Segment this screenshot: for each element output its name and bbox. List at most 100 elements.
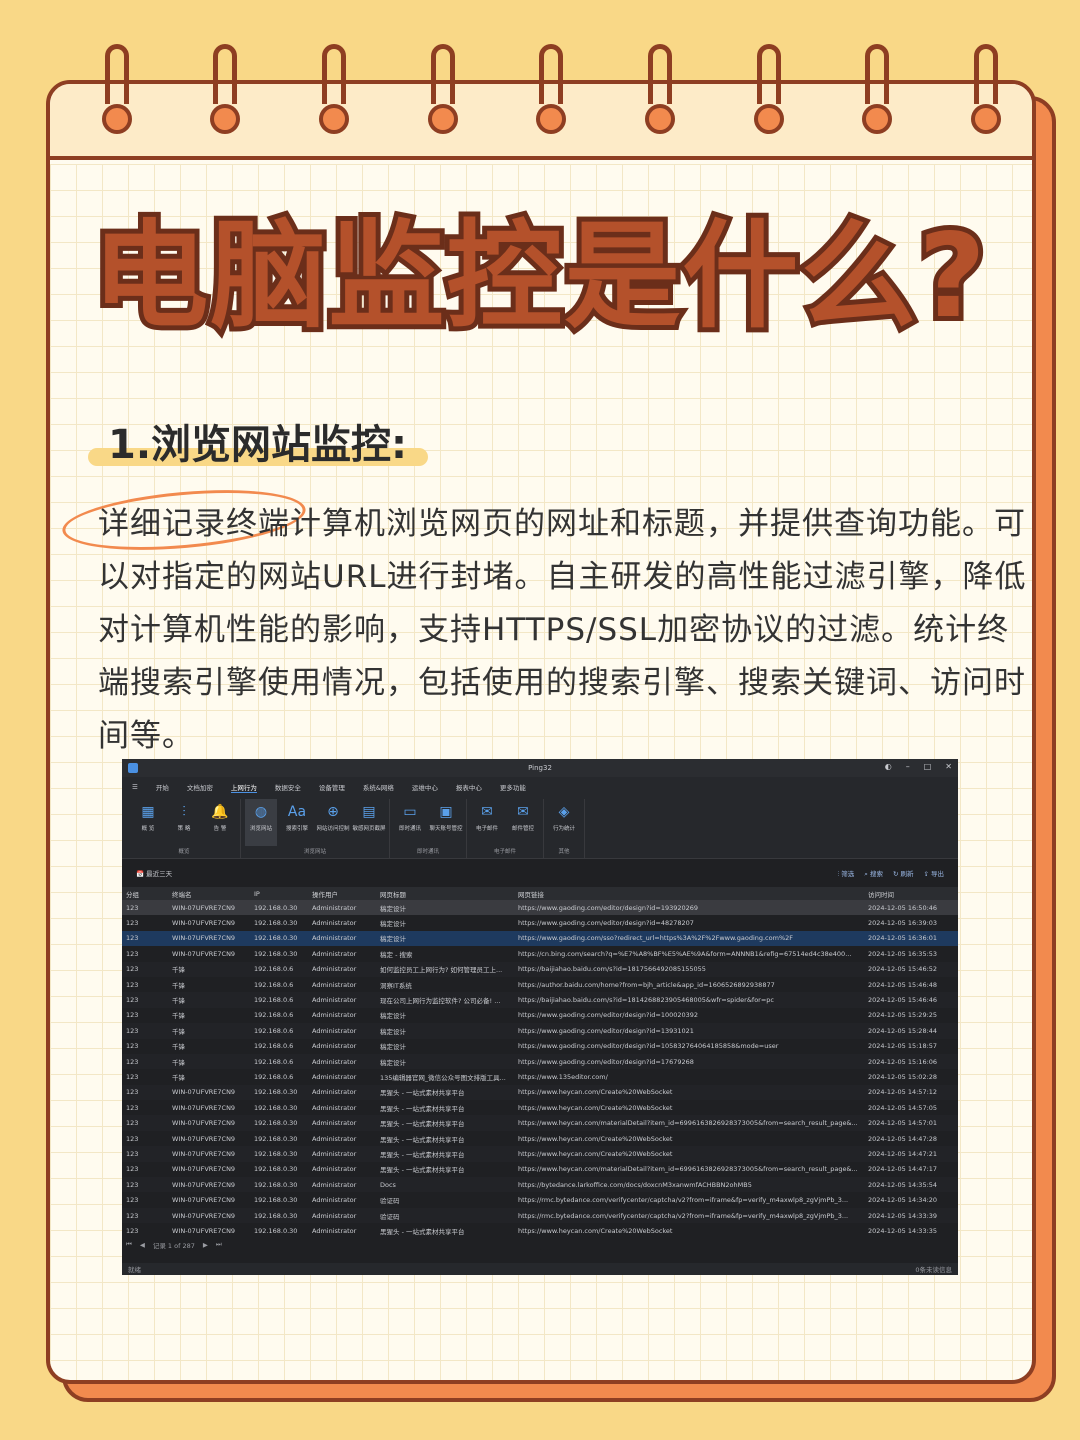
status-bar: 就绪 0条未读信息 (122, 1263, 958, 1275)
ribbon-button-label: 邮件管控 (511, 826, 534, 832)
table-row[interactable]: 123 WIN-07UFVRE7CN9 192.168.0.30 Administra… (122, 930, 958, 947)
table-row[interactable]: 123 千锋 192.168.0.6 Administrator 洞察IT系统 https… (122, 977, 958, 992)
ribbon-button[interactable]: ▦ 概 览 (132, 799, 164, 846)
table-row[interactable]: 123 千锋 192.168.0.6 Administrator 稿定设计 https:/… (122, 1053, 958, 1070)
action-search-button[interactable]: ⌕ 搜索 (864, 868, 883, 879)
table-cell: https://www.gaoding.com/editor/design?id… (518, 903, 699, 912)
table-row[interactable]: 123 千锋 192.168.0.6 Administrator 现在公司上网行为监控软… (122, 992, 958, 1008)
table-cell: 192.168.0.6 (254, 1011, 294, 1020)
font-icon: Aa (287, 804, 307, 820)
ring-hook (974, 44, 998, 104)
ring-hole (971, 104, 1001, 134)
ribbon-button[interactable]: ▣ 聊天账号管控 (430, 799, 463, 846)
table-row[interactable]: 123 WIN-07UFVRE7CN9 192.168.0.30 Administra… (122, 946, 958, 961)
table-row[interactable]: 123 WIN-07UFVRE7CN9 192.168.0.30 Administra… (122, 1207, 958, 1224)
ribbon-button[interactable]: ◈ 行为统计 (548, 799, 580, 846)
column-header[interactable]: 分组 (122, 889, 172, 899)
column-header[interactable]: IP (254, 890, 312, 898)
table-cell: Administrator (312, 1196, 357, 1205)
action-filter-button[interactable]: ⫶ 筛选 (838, 868, 855, 879)
table-cell: 稿定设计 (380, 1027, 406, 1036)
table-row[interactable]: 123 WIN-07UFVRE7CN9 192.168.0.30 Administra… (122, 915, 958, 930)
first-page-icon[interactable]: ⏮ (126, 1240, 132, 1249)
column-header[interactable]: 网页标题 (380, 889, 518, 899)
ribbon-button[interactable]: 🔔 告 警 (204, 799, 236, 846)
column-header[interactable]: 操作用户 (312, 889, 380, 899)
menu-item[interactable]: 数据安全 (275, 782, 301, 792)
action-label: 刷新 (900, 869, 914, 878)
table-row[interactable]: 123 WIN-07UFVRE7CN9 192.168.0.30 Administra… (122, 1100, 958, 1115)
table-cell: 千锋 (172, 1073, 185, 1082)
minimize-icon[interactable]: – (906, 762, 910, 771)
menu-item[interactable]: 设备管理 (319, 782, 345, 792)
column-header[interactable]: 终端名 (172, 889, 254, 899)
export-icon: ⇪ (923, 869, 929, 878)
ribbon-button[interactable]: ✉ 电子邮件 (471, 799, 503, 846)
filter-bar: 📅 最近三天 ⫶ 筛选 ⌕ 搜索 ↻ 刷新 ⇪ 导出 (122, 859, 958, 887)
ribbon-button-label: 告 警 (213, 826, 227, 832)
table-cell: https://www.135editor.com/ (518, 1072, 608, 1081)
theme-toggle-icon[interactable]: ◐ (885, 762, 892, 771)
menu-item[interactable]: 开始 (156, 782, 169, 792)
menu-item[interactable]: 报表中心 (456, 782, 482, 792)
table-row[interactable]: 123 千锋 192.168.0.6 Administrator 135编辑器官网_微信… (122, 1069, 958, 1084)
column-header[interactable]: 访问时间 (868, 889, 954, 899)
ribbon-button[interactable]: ◍ 浏览网站 (245, 799, 277, 846)
table-cell: Administrator (312, 1119, 357, 1128)
menu-item[interactable]: 文档加密 (187, 782, 213, 792)
table-cell: 192.168.0.30 (254, 1088, 298, 1097)
maximize-icon[interactable]: □ (924, 762, 932, 771)
ribbon-button[interactable]: Aa 搜索引擎 (281, 799, 313, 846)
menu-item[interactable]: 运维中心 (412, 782, 438, 792)
table-row[interactable]: 123 WIN-07UFVRE7CN9 192.168.0.30 Administra… (122, 1084, 958, 1101)
table-row[interactable]: 123 WIN-07UFVRE7CN9 192.168.0.30 Administra… (122, 900, 958, 916)
table-cell: 123 (126, 1180, 139, 1189)
table-cell: 192.168.0.30 (254, 1119, 298, 1128)
table-cell: 123 (126, 980, 139, 989)
table-row[interactable]: 123 WIN-07UFVRE7CN9 192.168.0.30 Administra… (122, 1223, 958, 1238)
action-export-button[interactable]: ⇪ 导出 (923, 868, 944, 879)
table-cell: https://www.heycan.com/materialDetail?it… (518, 1165, 858, 1174)
table-cell: 192.168.0.6 (254, 1072, 294, 1081)
column-header[interactable]: 网页链接 (518, 889, 868, 899)
table-cell: 2024-12-05 15:02:28 (868, 1072, 938, 1081)
app-menu-icon[interactable]: ☰ (132, 783, 138, 791)
ribbon-items: ◈ 行为统计 (548, 799, 580, 846)
table-cell: 123 (126, 1042, 139, 1051)
menu-item[interactable]: 更多功能 (500, 782, 526, 792)
table-row[interactable]: 123 千锋 192.168.0.6 Administrator 稿定设计 https:/… (122, 1039, 958, 1054)
table-row[interactable]: 123 WIN-07UFVRE7CN9 192.168.0.30 Administra… (122, 1192, 958, 1207)
table-cell: https://www.heycan.com/Create%20WebSocke… (518, 1149, 673, 1158)
table-row[interactable]: 123 WIN-07UFVRE7CN9 192.168.0.30 Administra… (122, 1115, 958, 1131)
table-cell: 2024-12-05 15:28:44 (868, 1026, 938, 1035)
date-filter[interactable]: 📅 最近三天 (136, 868, 172, 878)
table-cell: 123 (126, 996, 139, 1005)
table-row[interactable]: 123 WIN-07UFVRE7CN9 192.168.0.30 Administra… (122, 1177, 958, 1193)
ribbon-button[interactable]: ✉ 邮件管控 (507, 799, 539, 846)
table-cell: 如何监控员工上网行为? 如何管理员工上... (380, 966, 503, 975)
ring-hook (431, 44, 455, 104)
table-row[interactable]: 123 WIN-07UFVRE7CN9 192.168.0.30 Administra… (122, 1131, 958, 1146)
ribbon-button[interactable]: ▤ 敏感网页截屏 (353, 799, 386, 846)
table-cell: 验证码 (380, 1212, 400, 1221)
action-refresh-button[interactable]: ↻ 刷新 (893, 868, 914, 879)
table-row[interactable]: 123 千锋 192.168.0.6 Administrator 如何监控员工上网行为?… (122, 961, 958, 977)
action-label: 筛选 (841, 869, 855, 878)
ribbon-toolbar: ▦ 概 览 ⫶ 策 略 🔔 告 警概览 ◍ 浏览网站 Aa 搜索引擎 ⊕ 网站访问控制 ▤ 敏感网页截屏浏… (122, 797, 958, 859)
table-row[interactable]: 123 千锋 192.168.0.6 Administrator 稿定设计 https:/… (122, 1008, 958, 1023)
last-page-icon[interactable]: ⏭ (216, 1240, 222, 1249)
table-cell: WIN-07UFVRE7CN9 (172, 1165, 236, 1174)
menu-item[interactable]: 上网行为 (230, 782, 257, 793)
table-row[interactable]: 123 WIN-07UFVRE7CN9 192.168.0.30 Administra… (122, 1146, 958, 1162)
ribbon-button-label: 行为统计 (552, 826, 575, 832)
table-cell: 192.168.0.30 (254, 1211, 298, 1220)
menu-item[interactable]: 系统&网络 (363, 782, 394, 792)
table-row[interactable]: 123 WIN-07UFVRE7CN9 192.168.0.30 Administra… (122, 1162, 958, 1177)
next-page-icon[interactable]: ▶ (203, 1241, 208, 1249)
table-row[interactable]: 123 千锋 192.168.0.6 Administrator 稿定设计 https:/… (122, 1023, 958, 1039)
ribbon-button[interactable]: ▭ 即时通讯 (394, 799, 426, 846)
ribbon-button[interactable]: ⫶ 策 略 (168, 799, 200, 846)
prev-page-icon[interactable]: ◀ (140, 1241, 145, 1249)
ribbon-button[interactable]: ⊕ 网站访问控制 (317, 799, 350, 846)
close-icon[interactable]: ✕ (945, 762, 952, 771)
